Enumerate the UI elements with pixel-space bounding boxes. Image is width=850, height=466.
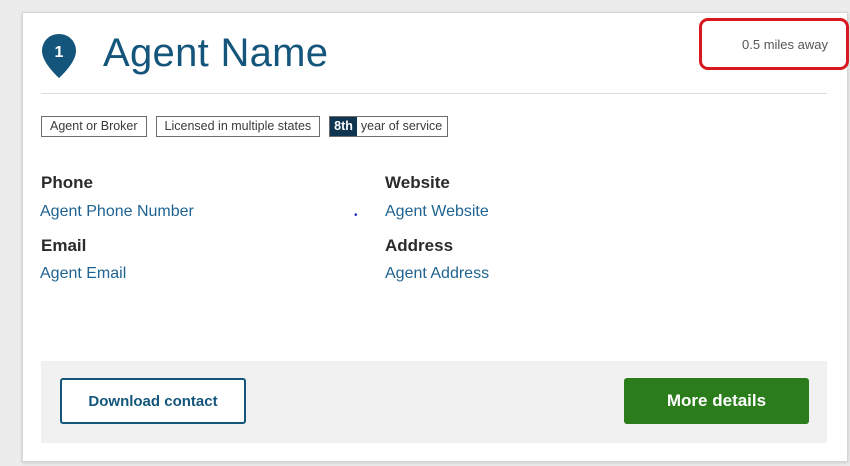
- website-label: Website: [385, 173, 450, 192]
- card-footer: Download contact More details: [41, 361, 827, 443]
- tag-license: Licensed in multiple states: [155, 116, 321, 137]
- email-link[interactable]: Agent Email: [40, 265, 126, 283]
- website-link[interactable]: Agent Website: [385, 203, 489, 221]
- download-contact-button[interactable]: Download contact: [60, 378, 246, 424]
- address-label: Address: [385, 236, 454, 255]
- more-details-button[interactable]: More details: [624, 378, 809, 424]
- distance-badge: 0.5 miles away: [699, 18, 849, 70]
- phone-link[interactable]: Agent Phone Number: [40, 203, 194, 221]
- agent-card: 1 Agent Name 0.5 miles away Agent or Bro…: [22, 12, 849, 462]
- agent-name-heading[interactable]: Agent Name: [103, 31, 328, 76]
- tag-agent-type: Agent or Broker: [41, 116, 147, 137]
- years-label: year of service: [360, 119, 443, 133]
- header-divider: [41, 93, 827, 94]
- phone-label: Phone: [41, 173, 93, 192]
- tag-years-of-service: 8th year of service: [329, 116, 449, 137]
- distance-text: 0.5 miles away: [742, 36, 828, 52]
- email-label: Email: [41, 236, 87, 255]
- agent-tags: Agent or Broker Licensed in multiple sta…: [41, 116, 449, 137]
- map-pin-icon: 1: [41, 33, 77, 79]
- address-link[interactable]: Agent Address: [385, 265, 489, 283]
- separator-bullet: •: [354, 210, 358, 221]
- years-count: 8th: [330, 117, 357, 136]
- pin-number: 1: [55, 44, 64, 61]
